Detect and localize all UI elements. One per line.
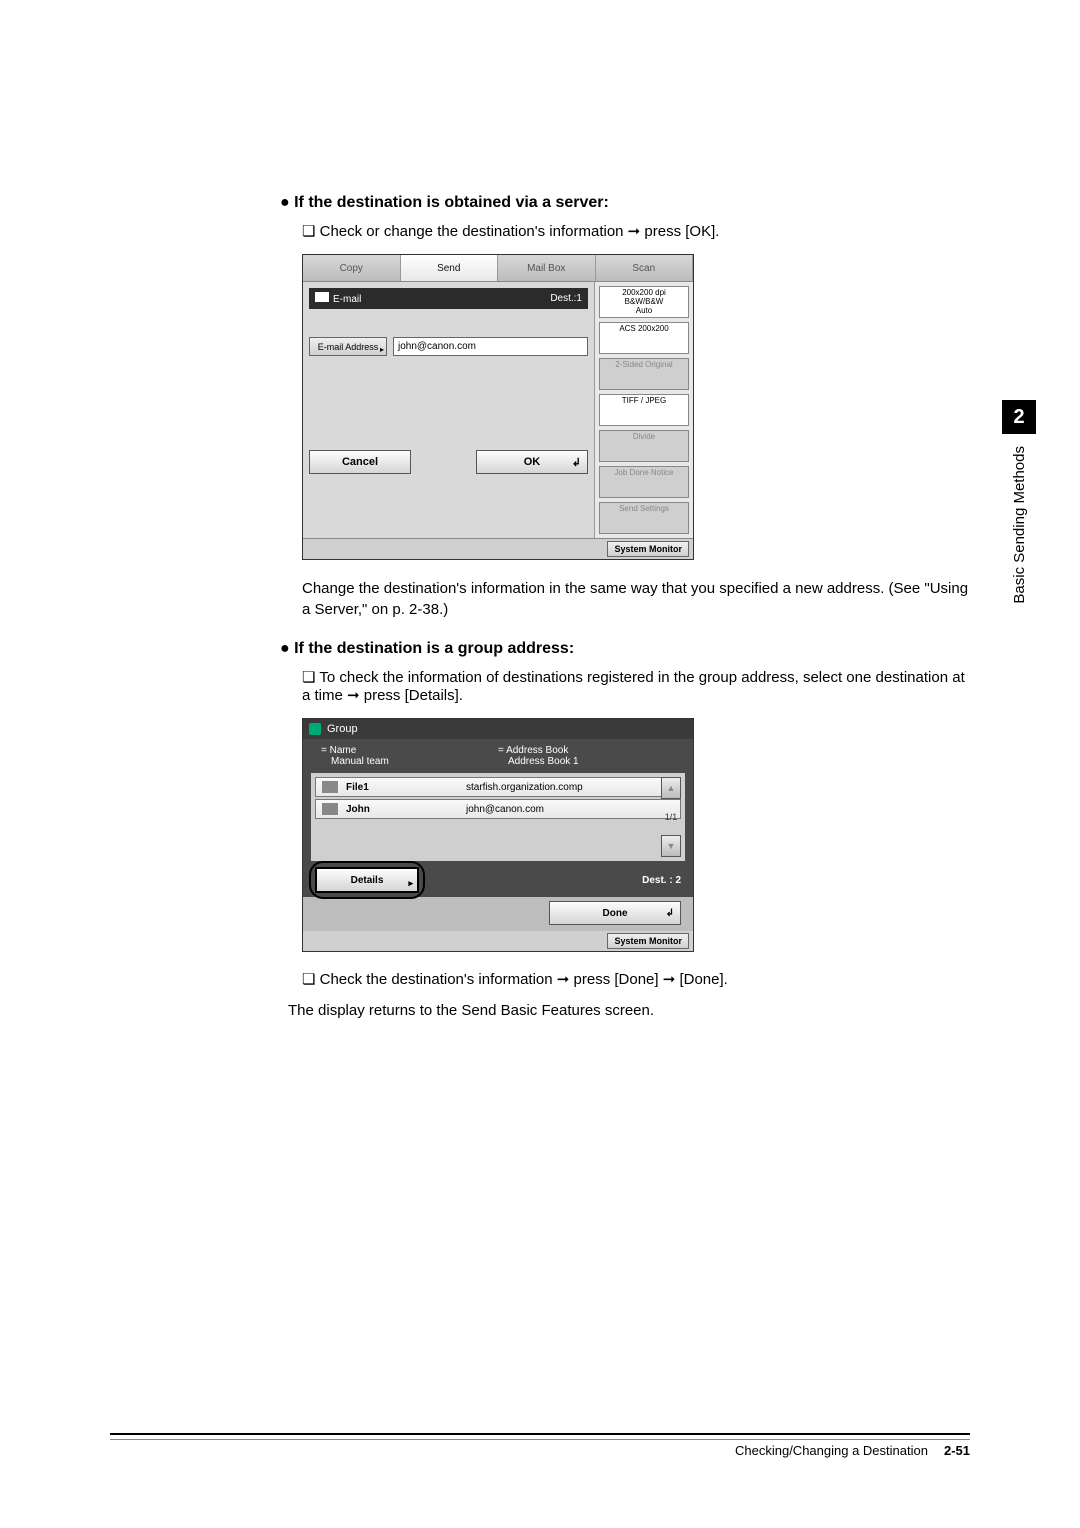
system-monitor-button[interactable]: System Monitor bbox=[607, 933, 689, 949]
ok-button[interactable]: OK bbox=[476, 450, 588, 474]
dest-count: 2 bbox=[675, 875, 681, 886]
book-label: = Address Book bbox=[498, 745, 675, 756]
row-addr: starfish.organization.comp bbox=[466, 782, 674, 793]
row-addr: john@canon.com bbox=[466, 804, 674, 815]
group-title: Group bbox=[327, 723, 358, 735]
screenshot-email: Copy Send Mail Box Scan E-mail Dest.:1 E… bbox=[302, 254, 694, 560]
tab-mailbox[interactable]: Mail Box bbox=[498, 255, 596, 281]
chapter-tab: 2 Basic Sending Methods bbox=[1002, 400, 1036, 604]
heading-server: If the destination is obtained via a ser… bbox=[280, 194, 970, 212]
list-item[interactable]: John john@canon.com bbox=[315, 799, 681, 819]
scan-auto: Auto bbox=[602, 307, 686, 316]
server-after-text: Change the destination's information in … bbox=[302, 578, 970, 620]
send-settings-box[interactable]: Send Settings bbox=[599, 502, 689, 534]
group-icon bbox=[309, 723, 321, 735]
chapter-number: 2 bbox=[1002, 400, 1036, 434]
file-format-box[interactable]: TIFF / JPEG bbox=[599, 394, 689, 426]
list-item[interactable]: File1 starfish.organization.comp bbox=[315, 777, 681, 797]
details-button[interactable]: Details bbox=[315, 867, 419, 893]
dest-count: Dest.:1 bbox=[550, 293, 582, 304]
file-icon bbox=[322, 781, 338, 793]
email-address-field[interactable]: john@canon.com bbox=[393, 337, 588, 356]
system-monitor-button[interactable]: System Monitor bbox=[607, 541, 689, 557]
email-address-button[interactable]: E-mail Address bbox=[309, 337, 387, 356]
email-label: E-mail bbox=[333, 294, 361, 305]
scroll-up-button[interactable]: ▲ bbox=[661, 777, 681, 799]
page-indicator: 1/1 bbox=[661, 812, 681, 822]
chapter-label: Basic Sending Methods bbox=[1011, 446, 1028, 604]
row-name: John bbox=[346, 804, 466, 815]
footer-page: 2-51 bbox=[944, 1443, 970, 1458]
page-footer: Checking/Changing a Destination 2-51 bbox=[110, 1433, 970, 1458]
job-done-box: Job Done Notice bbox=[599, 466, 689, 498]
acs-box[interactable]: ACS 200x200 bbox=[599, 322, 689, 354]
name-label: = Name bbox=[321, 745, 498, 756]
done-button[interactable]: Done bbox=[549, 901, 681, 925]
cancel-button[interactable]: Cancel bbox=[309, 450, 411, 474]
heading-group: If the destination is a group address: bbox=[280, 640, 970, 658]
scroll-down-button[interactable]: ▼ bbox=[661, 835, 681, 857]
two-sided-box: 2-Sided Original bbox=[599, 358, 689, 390]
name-value: Manual team bbox=[321, 756, 498, 767]
footer-title: Checking/Changing a Destination bbox=[735, 1443, 928, 1458]
mail-icon bbox=[315, 292, 329, 302]
dest-label: Dest. : bbox=[642, 875, 673, 886]
screenshot-group: Group = Name Manual team = Address Book … bbox=[302, 718, 694, 952]
sub-group: To check the information of destinations… bbox=[302, 668, 970, 704]
scan-settings-box[interactable]: 200x200 dpi B&W/B&W Auto bbox=[599, 286, 689, 318]
book-value: Address Book 1 bbox=[498, 756, 675, 767]
mail-icon bbox=[322, 803, 338, 815]
return-text: The display returns to the Send Basic Fe… bbox=[288, 1002, 970, 1019]
tab-scan[interactable]: Scan bbox=[596, 255, 694, 281]
row-name: File1 bbox=[346, 782, 466, 793]
check-line: Check the destination's information ➞ pr… bbox=[302, 970, 970, 988]
sub-server: Check or change the destination's inform… bbox=[302, 222, 970, 240]
tab-send[interactable]: Send bbox=[401, 255, 499, 281]
tab-copy[interactable]: Copy bbox=[303, 255, 401, 281]
divide-box: Divide bbox=[599, 430, 689, 462]
